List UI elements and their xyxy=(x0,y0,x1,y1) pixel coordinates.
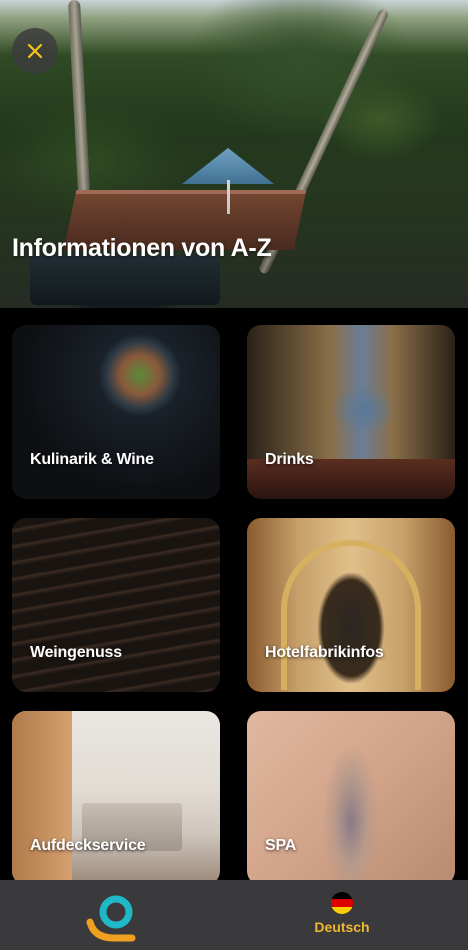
category-label: Aufdeckservice xyxy=(30,837,146,854)
german-flag-icon xyxy=(331,892,353,914)
category-label: Drinks xyxy=(265,451,314,468)
category-card-hotelfabrikinfos[interactable]: Hotelfabrikinfos xyxy=(247,518,455,692)
language-switcher[interactable]: Deutsch xyxy=(300,892,384,935)
category-label: SPA xyxy=(265,837,297,854)
bottom-navbar: Deutsch xyxy=(0,880,468,950)
wood-panel xyxy=(12,711,72,885)
category-card-spa[interactable]: SPA xyxy=(247,711,455,885)
category-label: Kulinarik & Wine xyxy=(30,451,154,468)
category-card-drinks[interactable]: Drinks xyxy=(247,325,455,499)
language-label: Deutsch xyxy=(314,919,370,935)
page-title: Informationen von A-Z xyxy=(12,234,272,262)
luggage-cart-arch xyxy=(281,540,421,690)
category-label: Hotelfabrikinfos xyxy=(265,644,384,661)
category-card-aufdeckservice[interactable]: Aufdeckservice xyxy=(12,711,220,885)
category-label: Weingenuss xyxy=(30,644,122,661)
category-grid: Kulinarik & Wine Drinks Weingenuss Hotel… xyxy=(0,308,468,885)
category-card-weingenuss[interactable]: Weingenuss xyxy=(12,518,220,692)
app-logo-icon[interactable] xyxy=(84,892,138,942)
category-card-kulinarik[interactable]: Kulinarik & Wine xyxy=(12,325,220,499)
close-button[interactable] xyxy=(12,28,58,74)
close-icon xyxy=(27,43,43,59)
